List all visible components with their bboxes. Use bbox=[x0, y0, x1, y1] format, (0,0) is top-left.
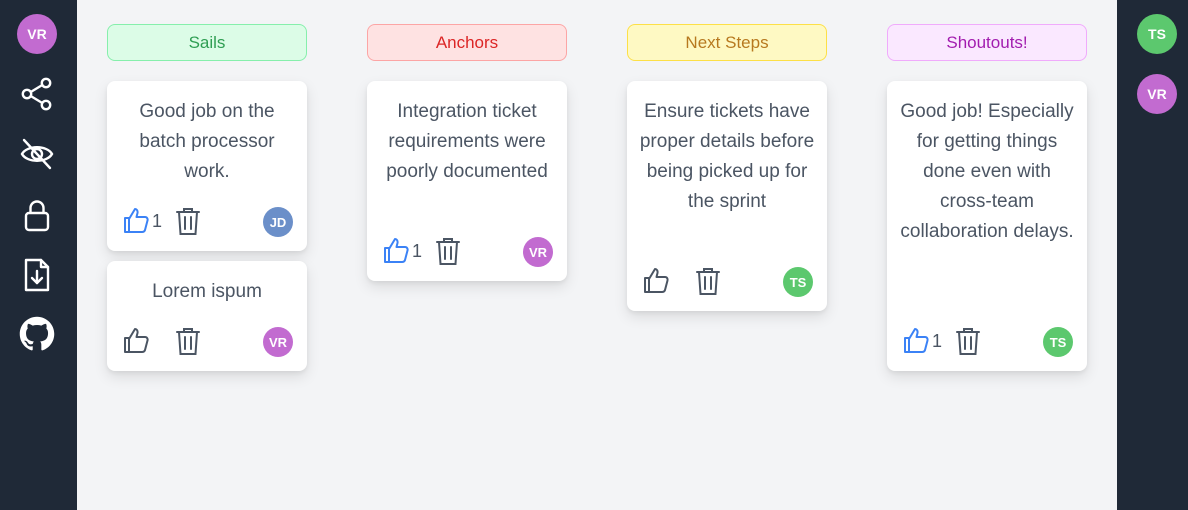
thumbs-up-icon bbox=[644, 268, 669, 293]
author-avatar: VR bbox=[263, 327, 293, 357]
like-count: 1 bbox=[412, 240, 423, 261]
thumbs-up-button[interactable] bbox=[121, 325, 152, 355]
thumbs-up-icon bbox=[384, 238, 409, 263]
delete-button[interactable] bbox=[175, 326, 201, 361]
column-header-sails: Sails bbox=[107, 24, 307, 61]
delete-button[interactable] bbox=[435, 236, 461, 271]
trash-icon bbox=[436, 238, 460, 265]
retro-board: Sails Good job on the batch processor wo… bbox=[77, 0, 1117, 510]
eye-off-icon[interactable] bbox=[18, 135, 56, 173]
trash-icon bbox=[176, 208, 200, 235]
card-footer: VR bbox=[107, 325, 307, 359]
author-avatar: TS bbox=[783, 267, 813, 297]
card[interactable]: Integration ticket requirements were poo… bbox=[367, 81, 567, 281]
delete-button[interactable] bbox=[175, 206, 201, 241]
card-text: Lorem ispum bbox=[152, 281, 262, 302]
card[interactable]: Good job on the batch processor work. 1 … bbox=[107, 81, 307, 251]
column-header-shoutouts: Shoutouts! bbox=[887, 24, 1087, 61]
author-avatar: TS bbox=[1043, 327, 1073, 357]
card-text: Good job on the batch processor work. bbox=[139, 101, 275, 182]
trash-icon bbox=[696, 268, 720, 295]
thumbs-up-button[interactable]: 1 bbox=[121, 205, 162, 235]
author-avatar: VR bbox=[523, 237, 553, 267]
left-sidebar: VR bbox=[0, 0, 77, 510]
card[interactable]: Ensure tickets have proper details befor… bbox=[627, 81, 827, 311]
participant-avatar[interactable]: TS bbox=[1137, 14, 1177, 54]
thumbs-up-button[interactable]: 1 bbox=[901, 325, 942, 355]
thumbs-up-icon bbox=[124, 208, 149, 233]
thumbs-up-button[interactable]: 1 bbox=[381, 235, 422, 265]
card-text: Good job! Especially for getting things … bbox=[900, 101, 1074, 242]
like-count: 1 bbox=[152, 210, 163, 231]
thumbs-up-button[interactable] bbox=[641, 265, 672, 295]
author-avatar: JD bbox=[263, 207, 293, 237]
column-header-anchors: Anchors bbox=[367, 24, 567, 61]
card-footer: TS bbox=[627, 265, 827, 299]
download-file-icon[interactable] bbox=[18, 256, 56, 294]
user-avatar[interactable]: VR bbox=[17, 14, 57, 54]
card[interactable]: Lorem ispum VR bbox=[107, 261, 307, 371]
trash-icon bbox=[956, 328, 980, 355]
card-text: Ensure tickets have proper details befor… bbox=[639, 101, 815, 212]
column-header-next-steps: Next Steps bbox=[627, 24, 827, 61]
card-text: Integration ticket requirements were poo… bbox=[386, 101, 548, 182]
card-footer: 1 TS bbox=[887, 325, 1087, 359]
card-footer: 1 JD bbox=[107, 205, 307, 239]
participant-avatar[interactable]: VR bbox=[1137, 74, 1177, 114]
delete-button[interactable] bbox=[955, 326, 981, 361]
like-count: 1 bbox=[932, 330, 943, 351]
share-icon[interactable] bbox=[18, 75, 56, 113]
lock-icon[interactable] bbox=[18, 196, 56, 234]
thumbs-up-icon bbox=[904, 328, 929, 353]
github-icon[interactable] bbox=[18, 315, 56, 353]
card[interactable]: Good job! Especially for getting things … bbox=[887, 81, 1087, 371]
trash-icon bbox=[176, 328, 200, 355]
participants-sidebar: TS VR bbox=[1117, 0, 1188, 510]
delete-button[interactable] bbox=[695, 266, 721, 301]
thumbs-up-icon bbox=[124, 328, 149, 353]
card-footer: 1 VR bbox=[367, 235, 567, 269]
